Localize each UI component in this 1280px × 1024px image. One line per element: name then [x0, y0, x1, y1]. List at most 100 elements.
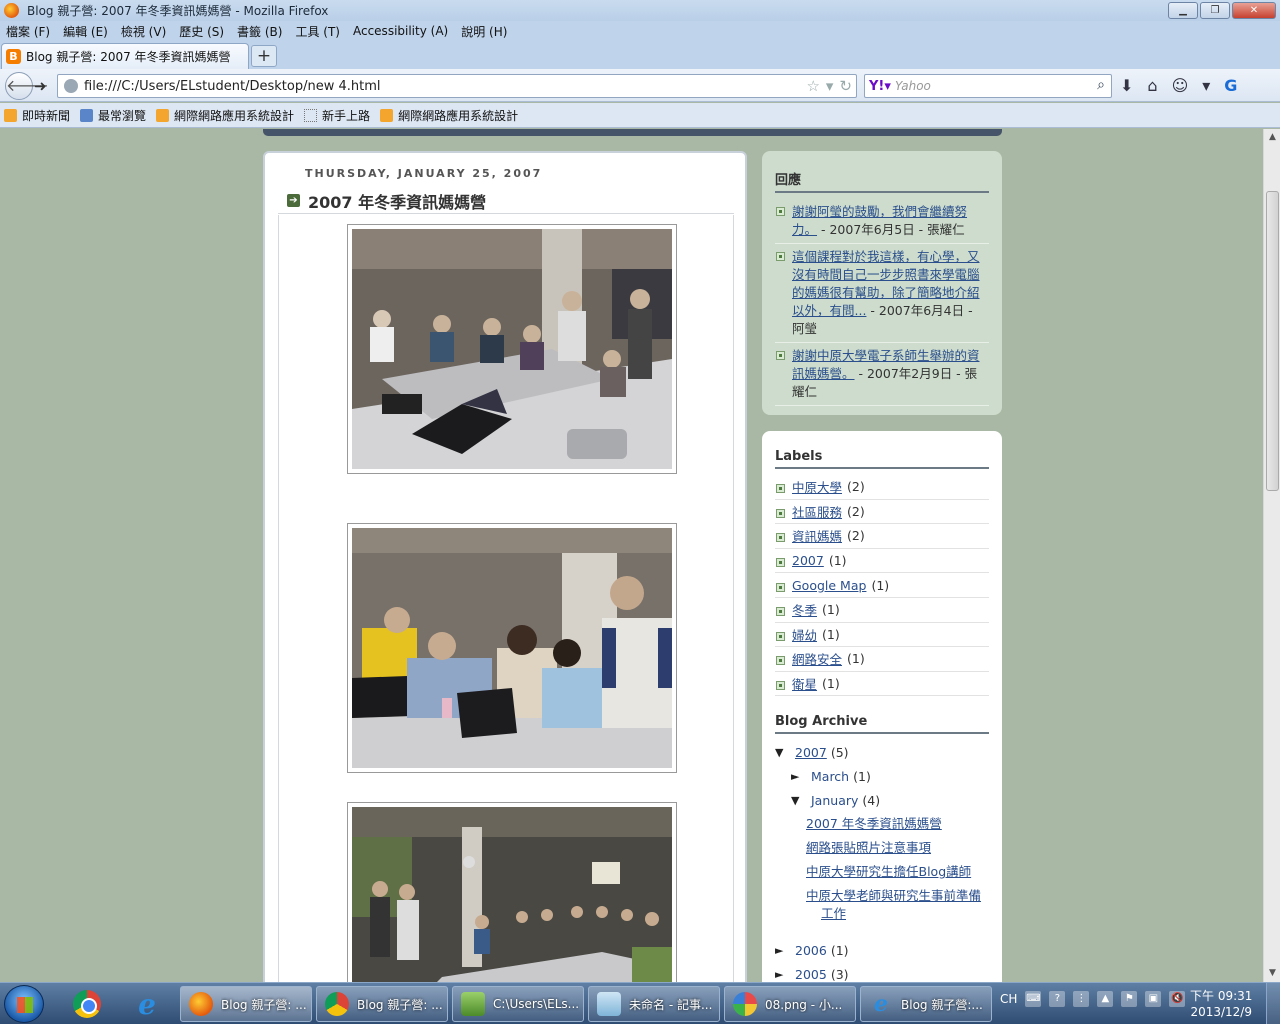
toggle-collapsed-icon[interactable]: ► — [791, 770, 811, 783]
back-button[interactable]: 🡐 — [5, 72, 49, 100]
label-count: (2) — [847, 479, 865, 495]
bookmark-item[interactable]: 最常瀏覽 — [80, 107, 146, 124]
show-desktop-button[interactable] — [1266, 983, 1280, 1024]
chrome-icon — [325, 992, 349, 1016]
archive-month-link[interactable]: January — [811, 793, 858, 808]
download-icon[interactable]: ⬇ — [1120, 76, 1133, 95]
pinned-chrome[interactable] — [60, 987, 114, 1021]
home-icon[interactable]: ⌂ — [1147, 76, 1157, 95]
labels-archive-widget: Labels 中原大學 (2) 社區服務 (2) 資訊媽媽 (2) 2007 (1) G… — [762, 431, 1002, 982]
label-link[interactable]: Google Map — [792, 578, 866, 593]
addon-face-icon[interactable]: ☺ — [1172, 76, 1189, 95]
show-hidden-icons-icon[interactable]: ▲ — [1097, 991, 1114, 1007]
bookmark-item[interactable]: 新手上路 — [304, 107, 370, 124]
start-button[interactable] — [4, 985, 44, 1023]
tab-blog[interactable]: B Blog 親子營: 2007 年冬季資訊媽媽營 — [1, 43, 249, 69]
menu-tools[interactable]: 工具 (T) — [295, 23, 340, 40]
post-photo[interactable] — [347, 802, 677, 982]
menu-dropdown-icon[interactable]: ▾ — [1202, 76, 1210, 95]
label-link[interactable]: 婦幼 — [792, 625, 817, 644]
volume-muted-icon[interactable]: 🔇 — [1169, 991, 1186, 1007]
archive-month-link[interactable]: March — [811, 769, 849, 784]
network-icon[interactable]: ▣ — [1145, 991, 1162, 1007]
toggle-expanded-icon[interactable]: ▼ — [775, 746, 795, 759]
task-chrome[interactable]: Blog 親子營: ... — [316, 986, 448, 1022]
toggle-collapsed-icon[interactable]: ► — [775, 968, 795, 981]
google-translate-icon[interactable]: G — [1224, 76, 1237, 95]
bookmark-item[interactable]: 網際網路應用系統設計 — [380, 107, 518, 124]
page-icon — [80, 108, 94, 122]
rss-icon — [4, 108, 17, 122]
minimize-button[interactable]: ▁ — [1168, 2, 1198, 19]
search-icon[interactable]: ⌕ — [1097, 77, 1105, 93]
label-link[interactable]: 網路安全 — [792, 649, 842, 668]
comments-widget: 回應 謝謝阿瑩的鼓勵，我們會繼續努力。 - 2007年6月5日 - 張耀仁 這個… — [762, 151, 1002, 415]
arrow-right-icon: ➔ — [287, 194, 300, 207]
task-ie[interactable]: e Blog 親子營:... — [860, 986, 992, 1022]
toggle-collapsed-icon[interactable]: ► — [775, 944, 795, 957]
yahoo-icon[interactable]: Y!▾ — [869, 79, 895, 94]
archive-post-link[interactable]: 中原大學研究生擔任Blog講師 — [806, 864, 971, 879]
archive-post-link[interactable]: 2007 年冬季資訊媽媽營 — [806, 816, 942, 831]
post-photo[interactable] — [347, 224, 677, 474]
action-center-icon[interactable]: ⚑ — [1121, 991, 1138, 1007]
menu-history[interactable]: 歷史 (S) — [179, 23, 224, 40]
task-paint[interactable]: 08.png - 小... — [724, 986, 856, 1022]
reload-icon[interactable]: ↻ — [839, 77, 852, 95]
label-link[interactable]: 社區服務 — [792, 502, 842, 521]
menu-accessibility[interactable]: Accessibility (A) — [353, 24, 448, 38]
archive-year-2006: ► 2006 (1) — [775, 938, 989, 962]
label-count: (1) — [822, 626, 840, 642]
comment-item: 謝謝中原大學電子系師生舉辦的資訊媽媽營。 - 2007年2月9日 - 張耀仁 — [775, 343, 989, 406]
task-notepad[interactable]: 未命名 - 記事... — [588, 986, 720, 1022]
search-bar[interactable]: Y!▾ Yahoo ⌕ — [864, 74, 1112, 98]
label-link[interactable]: 冬季 — [792, 600, 817, 619]
task-firefox[interactable]: Blog 親子營: ... — [180, 986, 312, 1022]
forward-button[interactable]: ➜ — [34, 76, 54, 96]
archive-year-2005: ► 2005 (3) — [775, 962, 989, 982]
archive-year-link[interactable]: 2007 — [795, 745, 827, 760]
menu-file[interactable]: 檔案 (F) — [6, 23, 50, 40]
archive-post-link[interactable]: 中原大學老師與研究生事前準備工作 — [806, 888, 981, 921]
scroll-up-icon[interactable]: ▲ — [1264, 129, 1280, 146]
label-link[interactable]: 2007 — [792, 553, 824, 568]
scrollbar-thumb[interactable] — [1266, 191, 1279, 491]
close-button[interactable]: ✕ — [1232, 2, 1276, 19]
archive-count: (4) — [862, 792, 881, 808]
search-placeholder: Yahoo — [895, 79, 931, 93]
archive-month-march: ► March (1) — [775, 764, 989, 788]
url-dropdown-icon[interactable]: ▾ — [826, 77, 834, 95]
toggle-expanded-icon[interactable]: ▼ — [791, 794, 811, 807]
label-link[interactable]: 中原大學 — [792, 477, 842, 496]
menu-bookmarks[interactable]: 書籤 (B) — [237, 23, 282, 40]
menu-help[interactable]: 說明 (H) — [461, 23, 507, 40]
task-notepadpp[interactable]: C:\Users\ELs... — [452, 986, 584, 1022]
archive-year-link[interactable]: 2005 — [795, 967, 827, 982]
keyboard-icon[interactable]: ⌨ — [1025, 991, 1042, 1007]
clock[interactable]: 下午 09:31 2013/12/9 — [1190, 988, 1252, 1020]
task-label: Blog 親子營: ... — [221, 997, 307, 1012]
bookmark-item[interactable]: 網際網路應用系統設計 — [156, 107, 294, 124]
label-link[interactable]: 資訊媽媽 — [792, 526, 842, 545]
ime-options-icon[interactable]: ⋮ — [1073, 991, 1090, 1007]
help-icon[interactable]: ? — [1049, 991, 1066, 1007]
language-indicator[interactable]: CH — [1000, 992, 1017, 1006]
scroll-down-icon[interactable]: ▼ — [1264, 965, 1280, 982]
label-link[interactable]: 衛星 — [792, 674, 817, 693]
bookmark-item[interactable]: 即時新聞 — [4, 107, 70, 124]
ie-icon: e — [138, 987, 156, 1021]
vertical-scrollbar[interactable]: ▲ ▼ — [1263, 129, 1280, 982]
star-bookmark-icon[interactable]: ☆ — [806, 77, 819, 95]
menu-view[interactable]: 檢視 (V) — [121, 23, 166, 40]
restore-button[interactable]: ❐ — [1200, 2, 1230, 19]
archive-post-link[interactable]: 網路張貼照片注意事項 — [806, 840, 931, 855]
task-label: C:\Users\ELs... — [493, 997, 580, 1011]
archive-year-link[interactable]: 2006 — [795, 943, 827, 958]
post-photo[interactable] — [347, 523, 677, 773]
new-tab-button[interactable]: + — [251, 45, 277, 67]
archive-post: 中原大學研究生擔任Blog講師 — [806, 860, 989, 884]
address-bar[interactable]: file:///C:/Users/ELstudent/Desktop/new 4… — [57, 74, 857, 98]
menu-edit[interactable]: 編輯 (E) — [63, 23, 108, 40]
pinned-ie[interactable]: e — [120, 987, 174, 1021]
classroom-photo-2 — [352, 528, 672, 768]
